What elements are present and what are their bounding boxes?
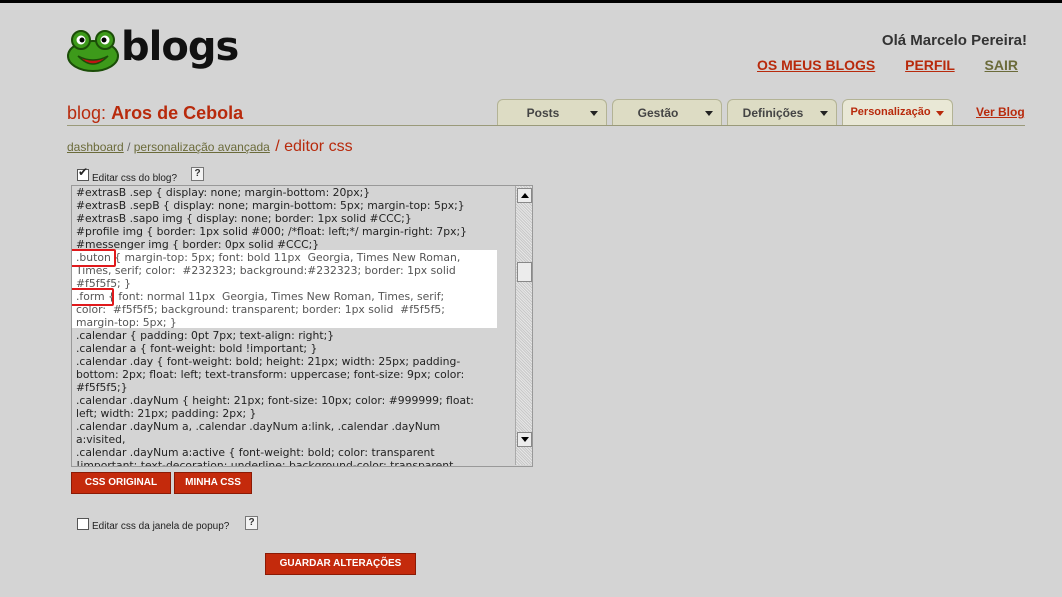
nav-profile[interactable]: PERFIL — [905, 57, 955, 73]
top-border — [0, 0, 1062, 3]
code-line: .calendar .day { font-weight: bold; heig… — [76, 355, 461, 368]
code-line: .form { font: normal 11px Georgia, Times… — [76, 290, 445, 303]
code-line: bottom: 2px; float: left; text-transform… — [76, 368, 465, 381]
form-highlight-box — [72, 288, 114, 306]
code-line: #extrasB .sep { display: none; margin-bo… — [76, 186, 371, 199]
tab-definicoes[interactable]: Definições — [727, 99, 837, 126]
checkmark-icon: ✔ — [78, 165, 89, 179]
code-line: .calendar .dayNum a:active { font-weight… — [76, 446, 435, 459]
tab-divider — [67, 125, 1025, 126]
blog-title: blog: Aros de Cebola — [67, 103, 243, 124]
css-code: #extrasB .sep { display: none; margin-bo… — [76, 186, 506, 467]
tab-personalizacao-label: Personalização — [850, 106, 931, 118]
code-line: #f5f5f5;} — [76, 381, 128, 394]
tab-gestao-label: Gestão — [637, 106, 679, 120]
code-line: margin-top: 5px; } — [76, 316, 177, 329]
save-changes-button[interactable]: GUARDAR ALTERAÇÕES — [265, 553, 416, 575]
breadcrumb: dashboard / personalização avançada / ed… — [67, 138, 353, 156]
code-line: #extrasB .sepB { display: none; margin-b… — [76, 199, 465, 212]
nav-logout[interactable]: SAIR — [985, 57, 1018, 73]
edit-popup-css-label: Editar css da janela de popup? — [92, 521, 230, 532]
chevron-down-icon — [936, 111, 944, 116]
code-line: .calendar .dayNum { height: 21px; font-s… — [76, 394, 474, 407]
top-nav: OS MEUS BLOGS PERFIL SAIR — [731, 57, 1018, 73]
frog-icon — [67, 30, 119, 72]
breadcrumb-separator: / — [127, 140, 131, 154]
ver-blog-link[interactable]: Ver Blog — [976, 105, 1025, 119]
tab-posts-label: Posts — [526, 106, 560, 120]
breadcrumb-personalizacao[interactable]: personalização avançada — [134, 140, 270, 154]
tab-gestao[interactable]: Gestão — [612, 99, 722, 126]
css-original-button[interactable]: CSS ORIGINAL — [71, 472, 171, 494]
code-line: left; width: 21px; padding: 2px; } — [76, 407, 257, 420]
chevron-down-icon — [820, 111, 828, 116]
code-line: Times, serif; color: #232323; background… — [76, 264, 456, 277]
code-line: .calendar { padding: 0pt 7px; text-align… — [76, 329, 335, 342]
scroll-down-button[interactable] — [517, 432, 532, 447]
scroll-thumb[interactable] — [517, 262, 532, 282]
tab-posts[interactable]: Posts — [497, 99, 607, 126]
code-line: #profile img { border: 1px solid #000; /… — [76, 225, 467, 238]
breadcrumb-current: / editor css — [275, 138, 353, 155]
scroll-up-button[interactable] — [517, 188, 532, 203]
tab-personalizacao[interactable]: Personalização — [842, 99, 953, 126]
breadcrumb-dashboard[interactable]: dashboard — [67, 140, 124, 154]
chevron-down-icon — [705, 111, 713, 116]
edit-popup-css-checkbox[interactable] — [77, 518, 89, 530]
edit-css-checkbox[interactable]: ✔ — [77, 165, 89, 181]
blog-name[interactable]: Aros de Cebola — [111, 103, 243, 123]
logo[interactable]: blogs — [66, 24, 246, 78]
nav-my-blogs[interactable]: OS MEUS BLOGS — [757, 57, 875, 73]
code-line: #messenger img { border: 0px solid #CCC;… — [76, 238, 320, 251]
code-line: #f5f5f5; } — [76, 277, 131, 290]
blog-title-prefix: blog: — [67, 103, 107, 123]
code-line: .calendar .dayNum a, .calendar .dayNum a… — [76, 420, 441, 433]
editor-scrollbar[interactable] — [515, 186, 532, 465]
code-line: .calendar a { font-weight: bold !importa… — [76, 342, 318, 355]
tab-definicoes-label: Definições — [742, 106, 804, 120]
edit-css-label: Editar css do blog? — [92, 173, 178, 184]
code-line: !important; text-decoration: underline; … — [76, 459, 454, 467]
chevron-down-icon — [590, 111, 598, 116]
code-line: a:visited, — [76, 433, 126, 446]
help-icon[interactable]: ? — [191, 167, 204, 181]
greeting: Olá Marcelo Pereira! — [881, 32, 1027, 49]
minha-css-button[interactable]: MINHA CSS — [174, 472, 252, 494]
code-line: #extrasB .sapo img { display: none; bord… — [76, 212, 412, 225]
arrow-up-icon — [521, 193, 529, 198]
css-editor-textarea[interactable]: #extrasB .sep { display: none; margin-bo… — [71, 185, 533, 467]
help-icon[interactable]: ? — [245, 516, 258, 530]
code-line: .buton { margin-top: 5px; font: bold 11p… — [76, 251, 461, 264]
arrow-down-icon — [521, 437, 529, 442]
buton-highlight-box — [72, 249, 116, 267]
code-line: color: #f5f5f5; background: transparent;… — [76, 303, 445, 316]
brand-name: blogs — [121, 24, 239, 70]
